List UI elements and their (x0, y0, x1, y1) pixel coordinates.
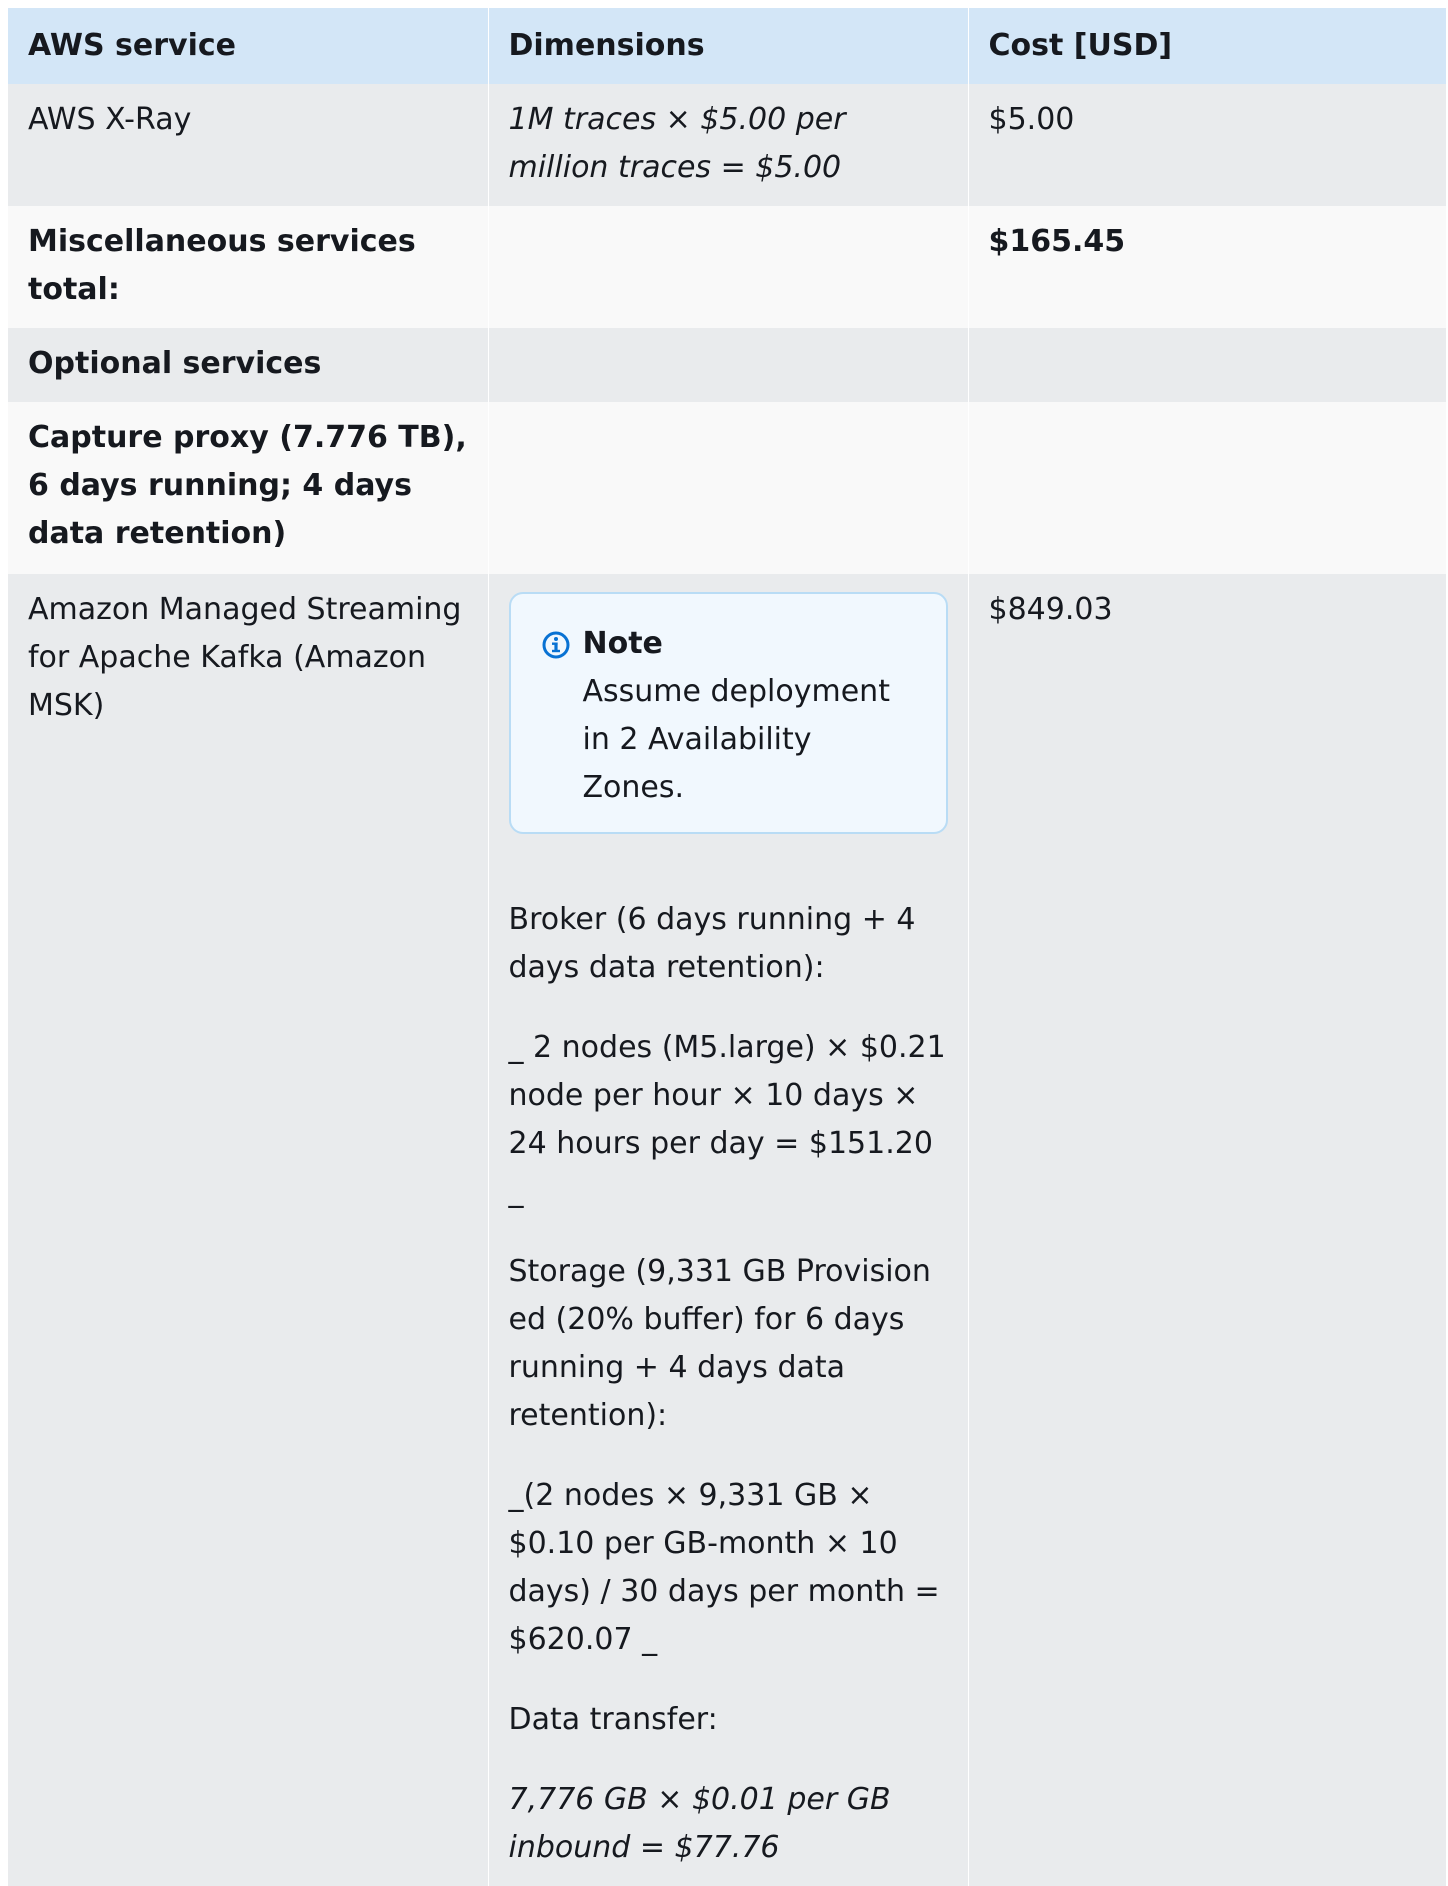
table-row: Capture proxy (7.776 TB), 6 days running… (8, 402, 1446, 574)
capture-proxy-line1: Capture proxy (7.776 TB), (28, 420, 467, 455)
xray-cost: $5.00 (968, 84, 1446, 206)
note-title: Note (582, 626, 663, 661)
note-body: Note Assume deployment in 2 Availability… (583, 620, 918, 812)
transfer-label: Data transfer: (508, 1702, 718, 1737)
optional-empty-2 (968, 328, 1446, 402)
msk-dimensions: Note Assume deployment in 2 Availability… (488, 574, 969, 1886)
header-cost: Cost [USD] (968, 8, 1446, 84)
cost-table: AWS service Dimensions Cost [USD] AWS X-… (8, 8, 1446, 1886)
capture-proxy-label: Capture proxy (7.776 TB), 6 days running… (8, 402, 489, 574)
optional-empty-1 (488, 328, 969, 402)
table-row: Optional services (8, 328, 1446, 402)
capture-proxy-line2: 6 days running; 4 days data retention) (28, 468, 412, 551)
table-row: Miscellaneous services total: $165.45 (8, 206, 1446, 328)
misc-total-label: Miscellaneous services total: (8, 206, 489, 328)
storage-label: Storage (9,331 GB Provision ed (20% buff… (508, 1254, 931, 1433)
msk-cost: $849.03 (968, 574, 1446, 1886)
table-row: Amazon Managed Streaming for Apache Kafk… (8, 574, 1446, 1886)
misc-total-cost: $165.45 (968, 206, 1446, 328)
capture-empty-2 (968, 402, 1446, 574)
capture-empty-1 (488, 402, 969, 574)
msk-service: Amazon Managed Streaming for Apache Kafk… (8, 574, 489, 1886)
header-aws-service: AWS service (8, 8, 489, 84)
table-header-row: AWS service Dimensions Cost [USD] (8, 8, 1446, 84)
xray-service: AWS X-Ray (8, 84, 489, 206)
optional-services-label: Optional services (8, 328, 489, 402)
note-box: Note Assume deployment in 2 Availability… (508, 592, 948, 834)
broker-label: Broker (6 days running + 4 days data ret… (508, 902, 916, 985)
info-icon (542, 631, 569, 659)
header-dimensions: Dimensions (488, 8, 969, 84)
xray-dimensions: 1M traces × $5.00 per million traces = $… (488, 84, 969, 206)
note-text: Assume deployment in 2 Availability Zone… (582, 674, 890, 805)
transfer-calc: 7,776 GB × $0.01 per GB inbound = $77.76 (508, 1782, 891, 1865)
cost-table-container: AWS service Dimensions Cost [USD] AWS X-… (8, 8, 1446, 1886)
table-row: AWS X-Ray 1M traces × $5.00 per million … (8, 84, 1446, 206)
broker-calc: _ 2 nodes (M5.large) × $0.21 node per ho… (508, 1030, 946, 1209)
storage-calc: _(2 nodes × 9,331 GB × $0.10 per GB-mont… (508, 1478, 940, 1657)
misc-total-empty (488, 206, 969, 328)
